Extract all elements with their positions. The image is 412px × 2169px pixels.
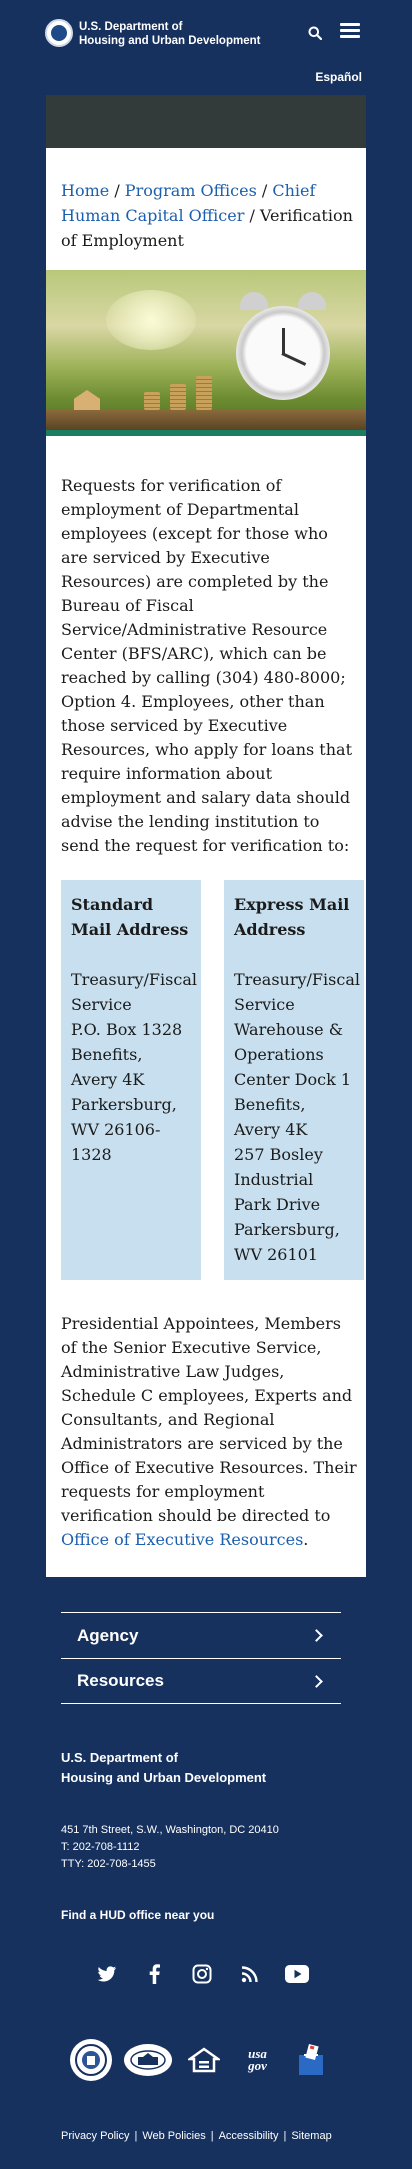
rss-icon xyxy=(241,1966,258,1983)
footer-tty: TTY: 202-708-1455 xyxy=(61,1858,156,1870)
white-house-icon xyxy=(129,2050,166,2070)
agency-title-line1: U.S. Department of xyxy=(79,21,183,33)
footer-nav: Agency Resources xyxy=(61,1612,341,1704)
house-figure xyxy=(74,390,100,412)
footer-nav-agency[interactable]: Agency xyxy=(61,1612,341,1658)
footer-address: 451 7th Street, S.W., Washington, DC 204… xyxy=(61,1824,279,1836)
twitter-link[interactable] xyxy=(94,1962,120,1986)
express-mail-title: Express Mail Address xyxy=(234,895,350,939)
partner-logos: usa gov xyxy=(70,2038,332,2082)
rss-link[interactable] xyxy=(237,1962,263,1986)
sitemap-link[interactable]: Sitemap xyxy=(291,2130,331,2142)
closing-paragraph: Presidential Appointees, Members of the … xyxy=(61,1314,357,1549)
vote-logo[interactable] xyxy=(290,2039,332,2081)
social-links xyxy=(94,1962,310,1986)
usa-gov-logo[interactable]: usa gov xyxy=(237,2039,279,2081)
express-mail-line: Benefits, Avery 4K xyxy=(234,1095,308,1139)
standard-mail-line: Treasury/Fiscal Service xyxy=(71,970,197,1014)
express-mail-line: 257 Bosley Industrial Park Drive xyxy=(234,1145,323,1214)
hamburger-menu-icon xyxy=(340,23,360,26)
youtube-link[interactable] xyxy=(284,1962,310,1986)
office-of-executive-resources-link[interactable]: Office of Executive Resources xyxy=(61,1530,303,1549)
hamburger-menu-button[interactable] xyxy=(340,20,360,42)
hero-accent-strip xyxy=(46,430,366,436)
page-banner-bar xyxy=(46,95,366,148)
footer-nav-resources[interactable]: Resources xyxy=(61,1658,341,1704)
agency-title[interactable]: U.S. Department of Housing and Urban Dev… xyxy=(79,20,260,48)
main-content: Home / Program Offices / Chief Human Cap… xyxy=(46,148,366,1577)
standard-mail-line: Benefits, Avery 4K xyxy=(71,1045,145,1089)
ballot-box-icon xyxy=(299,2043,323,2075)
intro-paragraph: Requests for verification of employment … xyxy=(61,476,352,855)
find-hud-office-link[interactable]: Find a HUD office near you xyxy=(61,1908,214,1922)
accessibility-link[interactable]: Accessibility xyxy=(219,2130,279,2142)
express-mail-line: Warehouse & Operations Center Dock 1 xyxy=(234,1020,352,1089)
breadcrumb-program-offices[interactable]: Program Offices xyxy=(125,181,257,200)
hero-image xyxy=(46,270,366,430)
youtube-icon xyxy=(285,1965,309,1983)
hud-seal-icon xyxy=(75,2044,107,2076)
chevron-right-icon xyxy=(310,1674,323,1688)
white-house-logo[interactable] xyxy=(123,2044,172,2076)
footer-agency-title: U.S. Department of Housing and Urban Dev… xyxy=(61,1750,267,1785)
facebook-icon xyxy=(149,1964,160,1984)
standard-mail-title: Standard Mail Address xyxy=(71,895,189,939)
hud-seal-icon[interactable] xyxy=(45,19,73,47)
agency-title-line2: Housing and Urban Development xyxy=(79,35,261,47)
breadcrumb: Home / Program Offices / Chief Human Cap… xyxy=(61,181,353,250)
breadcrumb-home[interactable]: Home xyxy=(61,181,109,200)
express-mail-address-box: Express Mail Address Treasury/Fiscal Ser… xyxy=(224,880,364,1280)
chevron-right-icon xyxy=(310,1629,323,1642)
footer-contact: 451 7th Street, S.W., Washington, DC 204… xyxy=(61,1822,279,1873)
instagram-link[interactable] xyxy=(189,1962,215,1986)
express-mail-line: Parkersburg, WV 26101 xyxy=(234,1220,340,1264)
alarm-clock-figure xyxy=(236,292,332,400)
facebook-link[interactable] xyxy=(142,1962,168,1986)
instagram-icon xyxy=(192,1964,212,1984)
hud-seal-logo[interactable] xyxy=(70,2039,112,2081)
equal-housing-icon xyxy=(188,2047,220,2073)
standard-mail-line: P.O. Box 1328 xyxy=(71,1020,183,1039)
site-header: U.S. Department of Housing and Urban Dev… xyxy=(0,0,412,68)
footer-bottom-links: Privacy Policy | Web Policies | Accessibilit… xyxy=(61,2130,332,2142)
equal-housing-logo[interactable] xyxy=(183,2039,225,2081)
language-link-espanol[interactable]: Español xyxy=(315,70,362,84)
standard-mail-line: Parkersburg, WV 26106-1328 xyxy=(71,1095,177,1164)
express-mail-line: Treasury/Fiscal Service xyxy=(234,970,360,1014)
standard-mail-address-box: Standard Mail Address Treasury/Fiscal Se… xyxy=(61,880,201,1280)
search-icon xyxy=(308,26,322,40)
footer-phone: T: 202-708-1112 xyxy=(61,1841,140,1853)
web-policies-link[interactable]: Web Policies xyxy=(142,2130,205,2142)
privacy-policy-link[interactable]: Privacy Policy xyxy=(61,2130,129,2142)
usa-gov-logo-text: usa gov xyxy=(248,2046,267,2073)
search-button[interactable] xyxy=(304,22,326,44)
twitter-icon xyxy=(97,1965,117,1981)
